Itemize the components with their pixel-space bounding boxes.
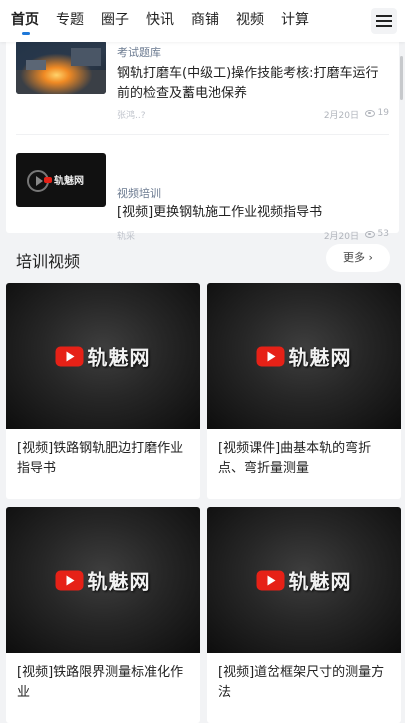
tab-news[interactable]: 快讯 — [146, 0, 176, 40]
article-category: 考试题库 — [117, 46, 161, 59]
view-count: 19 — [364, 108, 389, 118]
play-icon — [55, 570, 84, 590]
view-count-value: 19 — [377, 108, 389, 118]
hamburger-menu-icon[interactable] — [371, 8, 397, 34]
more-button-label: 更多 — [343, 251, 366, 264]
list-item[interactable]: 考试题库 钢轨打磨车(中级工)操作技能考核:打磨车运行前的检查及蓄电池保养 张鸿… — [16, 30, 389, 134]
top-nav: 首页 专题 圈子 快讯 商铺 视频 计算 — [0, 0, 405, 42]
scrollbar[interactable] — [400, 56, 403, 100]
logo: 轨魅网 — [256, 342, 352, 371]
video-thumbnail[interactable]: 轨魅网 — [207, 283, 401, 429]
video-card[interactable]: 轨魅网 [视频]道岔框架尺寸的测量方法 — [207, 507, 401, 723]
tab-shops[interactable]: 商铺 — [191, 0, 221, 40]
logo: 轨魅网 — [256, 566, 352, 595]
video-title[interactable]: [视频]道岔框架尺寸的测量方法 — [218, 663, 396, 703]
tab-videos[interactable]: 视频 — [236, 0, 266, 40]
video-thumbnail[interactable]: 轨魅网 — [6, 283, 200, 429]
video-thumbnail[interactable]: 轨魅网 — [207, 507, 401, 653]
logo: 轨魅网 — [55, 342, 151, 371]
play-icon — [256, 346, 285, 366]
video-thumbnail: 轨魅网 — [16, 153, 106, 207]
article-title[interactable]: 钢轨打磨车(中级工)操作技能考核:打磨车运行前的检查及蓄电池保养 — [117, 64, 387, 104]
video-card[interactable]: 轨魅网 [视频课件]曲基本轨的弯折点、弯折量测量 — [207, 283, 401, 499]
section-title: 培训视频 — [16, 252, 81, 271]
tab-calculate[interactable]: 计算 — [281, 0, 311, 40]
video-title[interactable]: [视频]铁路限界测量标准化作业 — [17, 663, 195, 703]
tab-home[interactable]: 首页 — [11, 0, 41, 40]
tab-circles[interactable]: 圈子 — [101, 0, 131, 40]
play-icon — [55, 346, 84, 366]
tab-topics[interactable]: 专题 — [56, 0, 86, 40]
play-icon — [256, 570, 285, 590]
logo: 轨魅网 — [44, 172, 84, 187]
article-author: 轨采 — [117, 232, 136, 242]
article-title[interactable]: [视频]更换钢轨施工作业视频指导书 — [117, 203, 387, 223]
chevron-right-icon: › — [368, 251, 373, 264]
video-card[interactable]: 轨魅网 [视频]铁路钢轨肥边打磨作业指导书 — [6, 283, 200, 499]
article-author: 张鸿..? — [117, 111, 146, 121]
view-count-value: 53 — [377, 229, 389, 239]
article-date: 2月20日 — [323, 111, 359, 121]
video-title[interactable]: [视频]铁路钢轨肥边打磨作业指导书 — [17, 439, 195, 479]
more-button[interactable]: 更多 › — [326, 244, 390, 272]
article-thumbnail — [16, 40, 106, 94]
video-thumbnail[interactable]: 轨魅网 — [6, 507, 200, 653]
view-count: 53 — [364, 229, 389, 239]
video-card[interactable]: 轨魅网 [视频]铁路限界测量标准化作业 — [6, 507, 200, 723]
eye-icon — [364, 109, 375, 117]
article-category: 视频培训 — [117, 187, 161, 200]
article-date: 2月20日 — [323, 232, 359, 242]
article-list: 考试题库 钢轨打磨车(中级工)操作技能考核:打磨车运行前的检查及蓄电池保养 张鸿… — [6, 30, 399, 242]
logo: 轨魅网 — [55, 566, 151, 595]
video-title[interactable]: [视频课件]曲基本轨的弯折点、弯折量测量 — [218, 439, 396, 479]
eye-icon — [364, 230, 375, 238]
list-item[interactable]: 轨魅网 视频培训 [视频]更换钢轨施工作业视频指导书 轨采 2月20日 53 — [16, 135, 389, 242]
